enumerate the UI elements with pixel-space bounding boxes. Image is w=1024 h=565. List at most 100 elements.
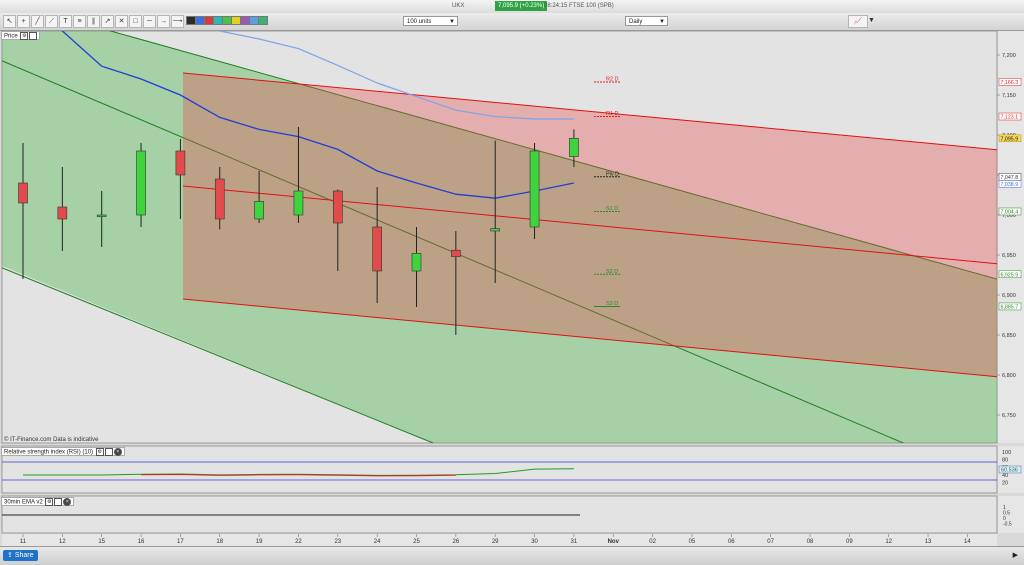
price-panel-header: Price ⚙ (1, 31, 41, 40)
x-tick-label: 15 (98, 539, 105, 545)
fibonacci-tool-icon[interactable]: ≡ (73, 15, 86, 28)
instrument-name: UKX (452, 3, 465, 9)
bottom-bar: ⇪ Share ▶ (0, 546, 1024, 565)
chevron-down-icon: ▼ (449, 19, 455, 25)
title-bar: UKX 7,095.9 (+0.23%) 08:24:15 FTSE 100 (… (0, 0, 1024, 14)
line-tool-icon[interactable]: ╱ (31, 15, 44, 28)
candle-body (254, 201, 264, 220)
price-badge: 6,885.7 (1001, 304, 1019, 310)
wrench-icon[interactable]: ⚙ (20, 32, 29, 40)
candle-body (332, 190, 343, 224)
rsi-tick-label: 80 (1002, 458, 1008, 464)
x-tick-label: 29 (492, 539, 499, 545)
chart-toolbar: ↖ + ╱ ⟋ T ≡ ∥ ↗ ✕ □ ─ → ⟶ 100 units ▼ Da… (0, 13, 1024, 31)
quote-info: 08:24:15 FTSE 100 (SPB) (544, 3, 614, 9)
candle-body (57, 206, 68, 220)
x-tick-label: 05 (689, 539, 696, 545)
x-tick-label: 09 (846, 539, 853, 545)
price-badge: 7,095.9 (1001, 136, 1019, 142)
rsi-tick-label: 40 (1002, 473, 1008, 479)
price-badge: 7,004.4 (1001, 209, 1019, 215)
share-button-label: Share (14, 552, 34, 559)
x-tick-label: 07 (767, 539, 774, 545)
delete-tool-icon[interactable]: ✕ (115, 15, 128, 28)
chart-area[interactable]: R2 DR1 DPiv DS1 DS2 DS3 D 7,2007,1507,10… (0, 31, 1024, 546)
price-tick-label: 6,900 (1002, 293, 1016, 299)
rsi-panel-title: Relative strength index (RSI) (10) (4, 449, 94, 456)
channel-tool-icon[interactable]: ∥ (87, 15, 100, 28)
pivot-label: R1 D (606, 111, 619, 117)
rsi-tick-label: 20 (1002, 480, 1008, 486)
x-tick-label: 30 (531, 539, 538, 545)
candle-body (490, 228, 501, 232)
candle-body (293, 190, 304, 216)
price-tick-label: 6,850 (1002, 333, 1016, 339)
arrow-tool-icon[interactable]: → (157, 15, 170, 28)
x-tick-label: 06 (728, 539, 735, 545)
scroll-right-icon[interactable]: ▶ (1013, 551, 1018, 559)
color-swatch[interactable] (258, 16, 268, 25)
chevron-down-icon[interactable]: ▼ (868, 15, 875, 26)
rsi-tick-label: 100 (1002, 450, 1011, 456)
price-change-badge: 7,095.9 (+0.23%) (495, 1, 548, 11)
price-tick-label: 7,200 (1002, 53, 1016, 59)
close-icon[interactable]: × (113, 448, 122, 456)
units-select-value: 100 units (407, 19, 432, 25)
candle-body (411, 253, 422, 272)
maximize-icon[interactable] (29, 32, 38, 40)
price-tick-label: 6,800 (1002, 373, 1016, 379)
x-tick-label: Nov (608, 539, 620, 545)
x-tick-label: 14 (964, 539, 971, 545)
pivot-label: S3 D (606, 301, 618, 307)
rectangle-tool-icon[interactable]: □ (129, 15, 142, 28)
ray-tool-icon[interactable]: ⟶ (171, 15, 184, 28)
x-tick-label: 12 (59, 539, 66, 545)
x-tick-label: 13 (925, 539, 932, 545)
horizontal-line-icon[interactable]: ─ (143, 15, 156, 28)
chevron-down-icon: ▼ (659, 19, 665, 25)
pivot-label: R2 D (606, 76, 619, 82)
ema-panel-title: 30min EMA v2 (4, 499, 43, 506)
candle-body (451, 249, 461, 257)
candle-body (214, 178, 225, 220)
x-tick-label: 31 (571, 539, 578, 545)
rsi-panel-header: Relative strength index (RSI) (10) ⚙ × (1, 447, 125, 456)
wrench-icon[interactable]: ⚙ (45, 498, 54, 506)
pivot-label: Piv D (606, 171, 619, 177)
x-tick-label: 16 (138, 539, 145, 545)
x-tick-label: 19 (256, 539, 263, 545)
price-badge: 7,123.1 (1001, 115, 1019, 121)
ema-tick-label: -0.5 (1003, 522, 1012, 528)
share-button[interactable]: ⇪ Share (3, 550, 38, 561)
candle-body (136, 150, 146, 216)
rsi-value-badge: 60.536 (1001, 468, 1018, 474)
price-tick-label: 6,750 (1002, 413, 1016, 419)
cursor-tool-icon[interactable]: ↗ (101, 15, 114, 28)
candle-body (96, 214, 107, 217)
x-tick-label: 22 (295, 539, 302, 545)
chart-type-icon[interactable]: 📈 (848, 15, 868, 28)
price-tick-label: 7,150 (1002, 93, 1016, 99)
x-tick-label: 25 (413, 539, 420, 545)
units-select[interactable]: 100 units ▼ (403, 16, 458, 26)
x-tick-label: 12 (885, 539, 892, 545)
pivot-label: S2 D (606, 269, 618, 275)
price-panel-title: Price (4, 33, 18, 40)
price-badge: 6,925.9 (1001, 272, 1019, 278)
wrench-icon[interactable]: ⚙ (95, 448, 104, 456)
trend-tool-icon[interactable]: ⟋ (45, 15, 58, 28)
price-badge: 7,166.3 (1001, 80, 1019, 86)
x-tick-label: 23 (334, 539, 341, 545)
share-icon: ⇪ (7, 552, 15, 559)
pointer-tool-icon[interactable]: ↖ (3, 15, 16, 28)
period-select[interactable]: Daily ▼ (625, 16, 668, 26)
maximize-icon[interactable] (104, 448, 113, 456)
candle-body (175, 150, 186, 176)
crosshair-tool-icon[interactable]: + (17, 15, 30, 28)
text-tool-icon[interactable]: T (59, 15, 72, 28)
close-icon[interactable]: × (63, 498, 72, 506)
maximize-icon[interactable] (54, 498, 63, 506)
candle-body (18, 182, 28, 204)
x-tick-label: 26 (453, 539, 460, 545)
rsi-panel-background (1, 445, 998, 494)
